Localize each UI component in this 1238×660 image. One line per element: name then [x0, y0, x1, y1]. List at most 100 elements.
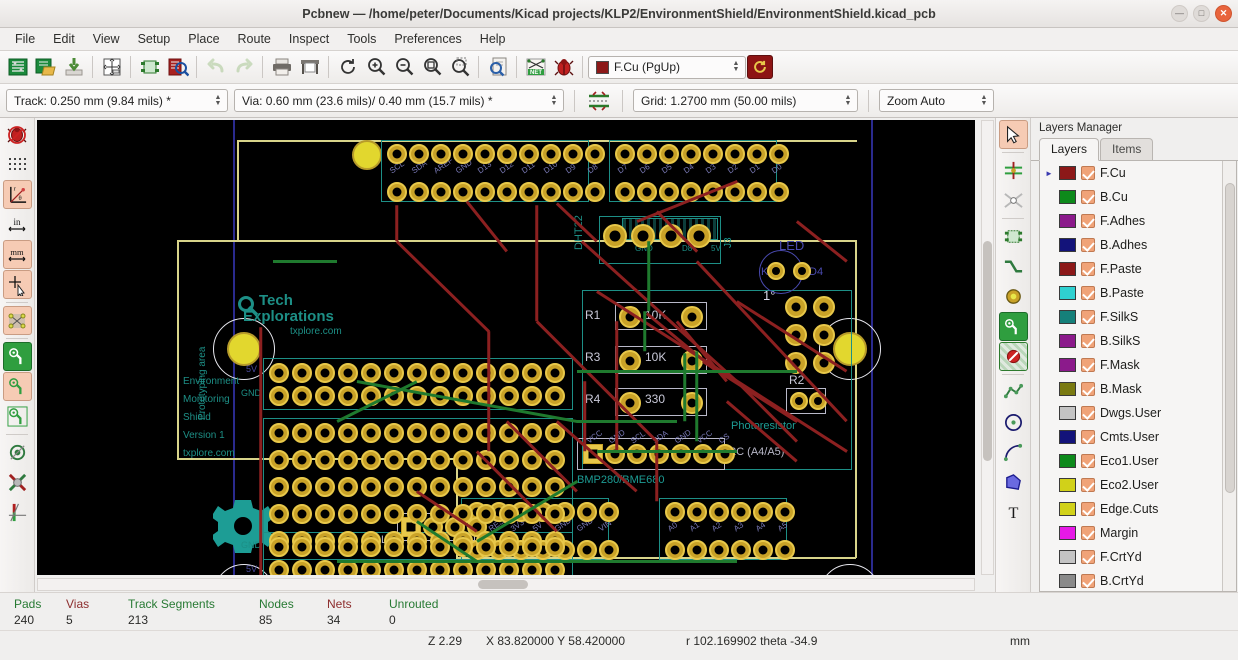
- zoom-in-icon[interactable]: [362, 54, 389, 81]
- layer-row-f-silks[interactable]: ►F.SilkS: [1040, 305, 1236, 329]
- layer-row-eco1-user[interactable]: ►Eco1.User: [1040, 449, 1236, 473]
- pcb-pad[interactable]: [659, 182, 679, 202]
- add-arc-tool-icon[interactable]: [999, 438, 1028, 467]
- pcb-pad[interactable]: [269, 450, 289, 470]
- pcb-track[interactable]: [695, 351, 699, 442]
- layer-color-swatch[interactable]: [1059, 166, 1076, 180]
- pcb-pad[interactable]: [499, 386, 519, 406]
- pcb-pad[interactable]: [497, 144, 517, 164]
- layer-color-swatch[interactable]: [1059, 406, 1076, 420]
- pcb-pad[interactable]: [475, 144, 495, 164]
- pcb-pad[interactable]: [476, 504, 496, 524]
- grid-select-spinner[interactable]: ▲ ▼: [841, 91, 855, 110]
- pcb-pad[interactable]: [709, 540, 729, 560]
- pcb-track[interactable]: [683, 353, 687, 422]
- pcb-pad[interactable]: [407, 423, 427, 443]
- zoom-fit-icon[interactable]: [418, 54, 445, 81]
- pcb-pad[interactable]: [519, 182, 539, 202]
- layer-color-swatch[interactable]: [1059, 214, 1076, 228]
- layer-visibility-checkbox[interactable]: [1081, 454, 1095, 468]
- layer-visibility-checkbox[interactable]: [1081, 382, 1095, 396]
- layer-visibility-checkbox[interactable]: [1081, 166, 1095, 180]
- pcb-track[interactable]: [583, 381, 587, 452]
- pcb-pad[interactable]: [545, 537, 565, 557]
- layers-list-scrollbar[interactable]: [1222, 161, 1236, 591]
- layer-visibility-checkbox[interactable]: [1081, 358, 1095, 372]
- pcb-pad[interactable]: [813, 296, 835, 318]
- track-width-spinner[interactable]: ▲ ▼: [211, 91, 225, 110]
- auto-track-width-icon[interactable]: [585, 87, 612, 114]
- pcb-pad[interactable]: [292, 450, 312, 470]
- pcb-pad[interactable]: [813, 324, 835, 346]
- new-board-icon[interactable]: [4, 54, 31, 81]
- pcb-pad[interactable]: [665, 502, 685, 522]
- open-board-icon[interactable]: [32, 54, 59, 81]
- pcb-pad[interactable]: [522, 537, 542, 557]
- local-ratsnest-tool-icon[interactable]: [999, 156, 1028, 185]
- pcb-pad[interactable]: [671, 444, 691, 464]
- layer-row-f-paste[interactable]: ►F.Paste: [1040, 257, 1236, 281]
- pcb-pad[interactable]: [753, 502, 773, 522]
- pcb-pad[interactable]: [637, 144, 657, 164]
- layer-color-swatch[interactable]: [1059, 358, 1076, 372]
- layer-row-f-cu[interactable]: ► F.Cu: [1040, 161, 1236, 185]
- pcb-canvas[interactable]: Tech Explorations txplore.com Environmen…: [37, 120, 975, 575]
- zones-sketch-toggle-icon[interactable]: [3, 402, 32, 431]
- units-millimeters-toggle-icon[interactable]: mm: [2, 240, 32, 269]
- layer-color-swatch[interactable]: [1059, 286, 1076, 300]
- pcb-pad[interactable]: [599, 502, 619, 522]
- pcb-pad[interactable]: [430, 477, 450, 497]
- pcb-track[interactable]: [577, 420, 677, 423]
- pcb-pad[interactable]: [769, 144, 789, 164]
- layers-list[interactable]: ► F.Cu ►B.Cu►F.Adhes►B.Adhes►F.Paste►B.Pas…: [1039, 161, 1237, 592]
- add-text-tool-icon[interactable]: T: [999, 498, 1028, 527]
- pcb-pad[interactable]: [522, 363, 542, 383]
- select-tool-icon[interactable]: [998, 120, 1028, 149]
- pcb-pad[interactable]: [747, 144, 767, 164]
- pcb-pad[interactable]: [627, 444, 647, 464]
- pcb-pad[interactable]: [292, 477, 312, 497]
- rotate-view-icon[interactable]: [747, 55, 773, 79]
- layer-visibility-checkbox[interactable]: [1081, 334, 1095, 348]
- pcb-pad[interactable]: [338, 423, 358, 443]
- drc-errors-toggle-icon[interactable]: [3, 120, 32, 149]
- redo-icon[interactable]: [230, 54, 257, 81]
- layer-row-b-cu[interactable]: ►B.Cu: [1040, 185, 1236, 209]
- pcb-pad[interactable]: [407, 363, 427, 383]
- pcb-pad[interactable]: [619, 350, 641, 372]
- pcb-pad[interactable]: [361, 504, 381, 524]
- layer-visibility-checkbox[interactable]: [1081, 550, 1095, 564]
- pcb-pad[interactable]: [315, 560, 335, 575]
- layer-row-eco2-user[interactable]: ►Eco2.User: [1040, 473, 1236, 497]
- pcb-pad[interactable]: [269, 560, 289, 575]
- tracks-sketch-toggle-icon[interactable]: [3, 498, 32, 527]
- pcb-pad[interactable]: [361, 477, 381, 497]
- pcb-pad[interactable]: [577, 540, 597, 560]
- pcb-pad[interactable]: [292, 504, 312, 524]
- save-board-icon[interactable]: [60, 54, 87, 81]
- layer-row-margin[interactable]: ►Margin: [1040, 521, 1236, 545]
- pcb-pad[interactable]: [338, 537, 358, 557]
- pcb-pad[interactable]: [753, 540, 773, 560]
- add-keepout-area-tool-icon[interactable]: [998, 342, 1028, 371]
- layer-visibility-checkbox[interactable]: [1081, 478, 1095, 492]
- pcb-pad[interactable]: [709, 502, 729, 522]
- pcb-pad[interactable]: [315, 450, 335, 470]
- pcb-pad[interactable]: [731, 540, 751, 560]
- pcb-pad[interactable]: [563, 182, 583, 202]
- pcb-pad[interactable]: [269, 386, 289, 406]
- pcb-pad[interactable]: [361, 537, 381, 557]
- pcb-pad[interactable]: [387, 144, 407, 164]
- pcb-pad[interactable]: [599, 540, 619, 560]
- layer-color-swatch[interactable]: [1059, 190, 1076, 204]
- menu-route[interactable]: Route: [229, 29, 280, 49]
- pcb-track[interactable]: [487, 331, 491, 452]
- layer-row-b-paste[interactable]: ►B.Paste: [1040, 281, 1236, 305]
- pcb-track[interactable]: [259, 327, 263, 575]
- highlight-net-tool-icon[interactable]: [999, 186, 1028, 215]
- pcb-pad[interactable]: [785, 296, 807, 318]
- pcb-pad[interactable]: [338, 450, 358, 470]
- pcb-pad[interactable]: [431, 144, 451, 164]
- layer-visibility-checkbox[interactable]: [1081, 502, 1095, 516]
- pcb-pad[interactable]: [292, 386, 312, 406]
